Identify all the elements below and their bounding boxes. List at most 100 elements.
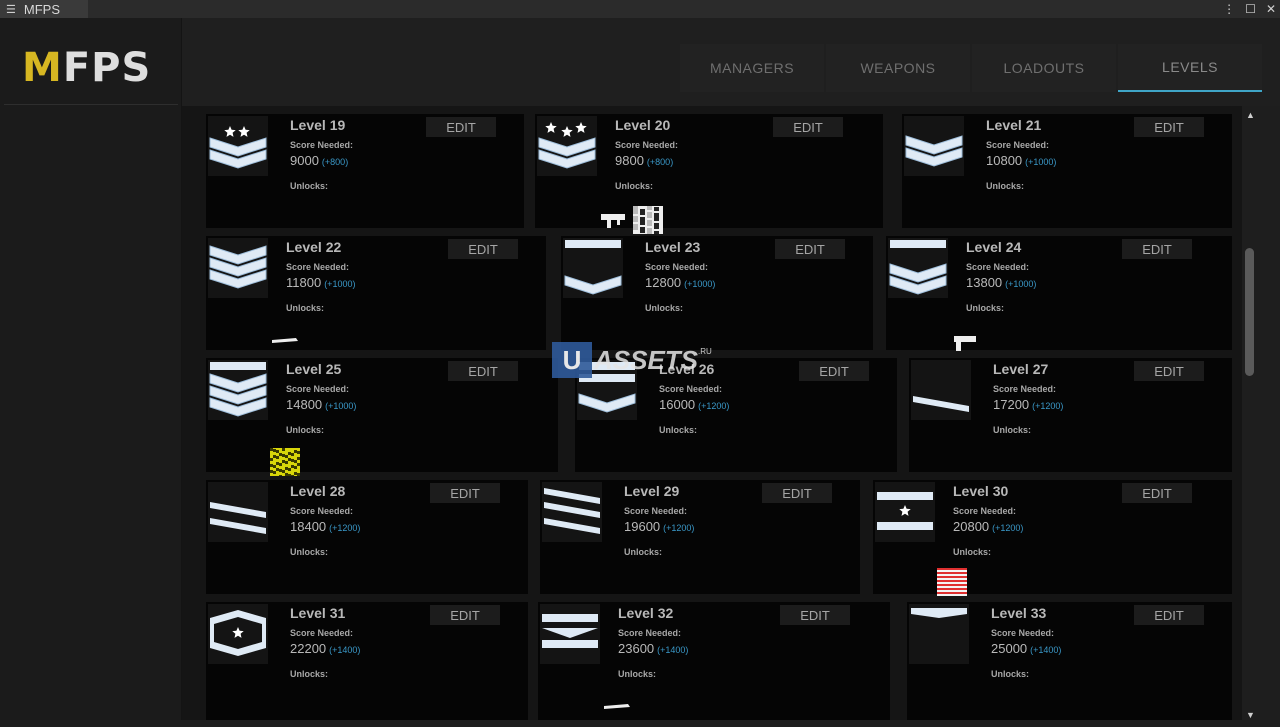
watermark: U ASSETS .RU bbox=[552, 340, 712, 380]
window-tab[interactable]: ☰ MFPS bbox=[0, 0, 88, 18]
tab-levels[interactable]: LEVELS bbox=[1118, 44, 1262, 92]
edit-button[interactable]: EDIT bbox=[1122, 483, 1192, 503]
unlocks-label: Unlocks: bbox=[966, 303, 1005, 313]
score-value: 25000 (+1400) bbox=[991, 641, 1062, 656]
level-card: Level 30 Score Needed: 20800 (+1200) Unlo… bbox=[873, 480, 1232, 596]
rank-badge-icon bbox=[208, 116, 268, 176]
score-needed-label: Score Needed: bbox=[993, 384, 1057, 394]
watermark-suffix: .RU bbox=[698, 346, 712, 356]
unlocks-label: Unlocks: bbox=[986, 181, 1025, 191]
unlock-weapon-knife-icon[interactable] bbox=[270, 328, 300, 356]
scroll-thumb[interactable] bbox=[1245, 248, 1254, 376]
score-value: 19600 (+1200) bbox=[624, 519, 695, 534]
level-title: Level 31 bbox=[290, 605, 346, 621]
unlocks-label: Unlocks: bbox=[615, 181, 654, 191]
level-card: Level 29 Score Needed: 19600 (+1200) Unlo… bbox=[540, 480, 860, 594]
tab-managers[interactable]: MANAGERS bbox=[680, 44, 824, 92]
edit-button[interactable]: EDIT bbox=[1134, 361, 1204, 381]
level-title: Level 19 bbox=[290, 117, 346, 133]
unlock-camo-snow-icon[interactable] bbox=[633, 206, 663, 235]
unlocks-label: Unlocks: bbox=[290, 547, 329, 557]
edit-button[interactable]: EDIT bbox=[762, 483, 832, 503]
edit-button[interactable]: EDIT bbox=[426, 117, 496, 137]
unlock-camo-flag-icon[interactable] bbox=[937, 568, 967, 596]
watermark-text: ASSETS bbox=[594, 344, 699, 375]
mfps-logo: MFPS bbox=[22, 45, 152, 91]
score-increment: (+1000) bbox=[1005, 279, 1037, 289]
title-bar: ☰ MFPS ⋮ ☐ ✕ bbox=[0, 0, 1280, 18]
tab-loadouts[interactable]: LOADOUTS bbox=[972, 44, 1116, 92]
score-needed-label: Score Needed: bbox=[290, 628, 354, 638]
tab-bar: MANAGERS WEAPONS LOADOUTS LEVELS bbox=[680, 44, 1264, 92]
score-value: 11800 (+1000) bbox=[286, 275, 356, 290]
rank-badge-icon bbox=[542, 482, 602, 542]
unlock-weapon-rifle-icon[interactable] bbox=[599, 206, 629, 234]
level-title: Level 25 bbox=[286, 361, 342, 377]
levels-list: Level 19 Score Needed: 9000 (+800) Unlock… bbox=[182, 106, 1242, 720]
score-increment: (+1200) bbox=[992, 523, 1024, 533]
close-icon[interactable]: ✕ bbox=[1266, 2, 1276, 16]
score-needed-label: Score Needed: bbox=[624, 506, 688, 516]
score-increment: (+1200) bbox=[698, 401, 730, 411]
edit-button[interactable]: EDIT bbox=[448, 361, 518, 381]
score-needed-label: Score Needed: bbox=[615, 140, 679, 150]
edit-button[interactable]: EDIT bbox=[775, 239, 845, 259]
level-card: Level 21 Score Needed: 10800 (+1000) Unlo… bbox=[902, 114, 1232, 228]
level-title: Level 24 bbox=[966, 239, 1022, 255]
edit-button[interactable]: EDIT bbox=[1122, 239, 1192, 259]
level-title: Level 32 bbox=[618, 605, 674, 621]
unlock-weapon-knife-icon[interactable] bbox=[602, 694, 632, 722]
unlock-camo-yellow-icon[interactable] bbox=[270, 448, 300, 478]
edit-button[interactable]: EDIT bbox=[430, 605, 500, 625]
edit-button[interactable]: EDIT bbox=[448, 239, 518, 259]
score-increment: (+800) bbox=[646, 157, 674, 167]
rank-badge-icon bbox=[911, 360, 971, 420]
unlocks-label: Unlocks: bbox=[991, 669, 1030, 679]
score-needed-label: Score Needed: bbox=[991, 628, 1055, 638]
rank-badge-icon bbox=[888, 238, 948, 298]
score-increment: (+1400) bbox=[329, 645, 361, 655]
level-title: Level 33 bbox=[991, 605, 1047, 621]
level-title: Level 29 bbox=[624, 483, 680, 499]
score-value: 13800 (+1000) bbox=[966, 275, 1037, 290]
level-card: Level 25 Score Needed: 14800 (+1000) Unlo… bbox=[206, 358, 558, 478]
score-needed-label: Score Needed: bbox=[986, 140, 1050, 150]
rank-badge-icon bbox=[208, 604, 268, 664]
level-card: Level 28 Score Needed: 18400 (+1200) Unlo… bbox=[206, 480, 528, 594]
rank-badge-icon bbox=[208, 482, 268, 542]
scroll-down-icon[interactable]: ▼ bbox=[1246, 710, 1255, 720]
maximize-icon[interactable]: ☐ bbox=[1245, 2, 1256, 16]
level-card: Level 32 Score Needed: 23600 (+1400) Unlo… bbox=[538, 602, 890, 720]
tab-weapons[interactable]: WEAPONS bbox=[826, 44, 970, 92]
settings-sliders-icon: ☰ bbox=[6, 3, 16, 16]
score-value: 20800 (+1200) bbox=[953, 519, 1024, 534]
edit-button[interactable]: EDIT bbox=[1134, 117, 1204, 137]
unlocks-label: Unlocks: bbox=[290, 181, 329, 191]
level-card: Level 24 Score Needed: 13800 (+1000) Unlo… bbox=[886, 236, 1232, 351]
more-options-icon[interactable]: ⋮ bbox=[1223, 2, 1235, 16]
unlock-weapon-pistol-icon[interactable] bbox=[950, 328, 980, 356]
rank-badge-icon bbox=[563, 238, 623, 298]
edit-button[interactable]: EDIT bbox=[1134, 605, 1204, 625]
score-increment: (+1200) bbox=[663, 523, 695, 533]
score-needed-label: Score Needed: bbox=[659, 384, 723, 394]
level-title: Level 28 bbox=[290, 483, 346, 499]
edit-button[interactable]: EDIT bbox=[780, 605, 850, 625]
unlocks-label: Unlocks: bbox=[645, 303, 684, 313]
scrollbar[interactable]: ▲ ▼ bbox=[1242, 106, 1258, 720]
level-card: Level 22 Score Needed: 11800 (+1000) Unlo… bbox=[206, 236, 546, 350]
score-value: 16000 (+1200) bbox=[659, 397, 730, 412]
score-value: 12800 (+1000) bbox=[645, 275, 716, 290]
edit-button[interactable]: EDIT bbox=[430, 483, 500, 503]
rank-badge-icon bbox=[537, 116, 597, 176]
score-value: 10800 (+1000) bbox=[986, 153, 1057, 168]
watermark-logo: U bbox=[552, 342, 592, 378]
score-value: 9000 (+800) bbox=[290, 153, 349, 168]
unlocks-label: Unlocks: bbox=[953, 547, 992, 557]
edit-button[interactable]: EDIT bbox=[773, 117, 843, 137]
level-card: Level 31 Score Needed: 22200 (+1400) Unlo… bbox=[206, 602, 528, 720]
edit-button[interactable]: EDIT bbox=[799, 361, 869, 381]
score-value: 17200 (+1200) bbox=[993, 397, 1064, 412]
score-needed-label: Score Needed: bbox=[286, 262, 350, 272]
scroll-up-icon[interactable]: ▲ bbox=[1246, 110, 1255, 120]
